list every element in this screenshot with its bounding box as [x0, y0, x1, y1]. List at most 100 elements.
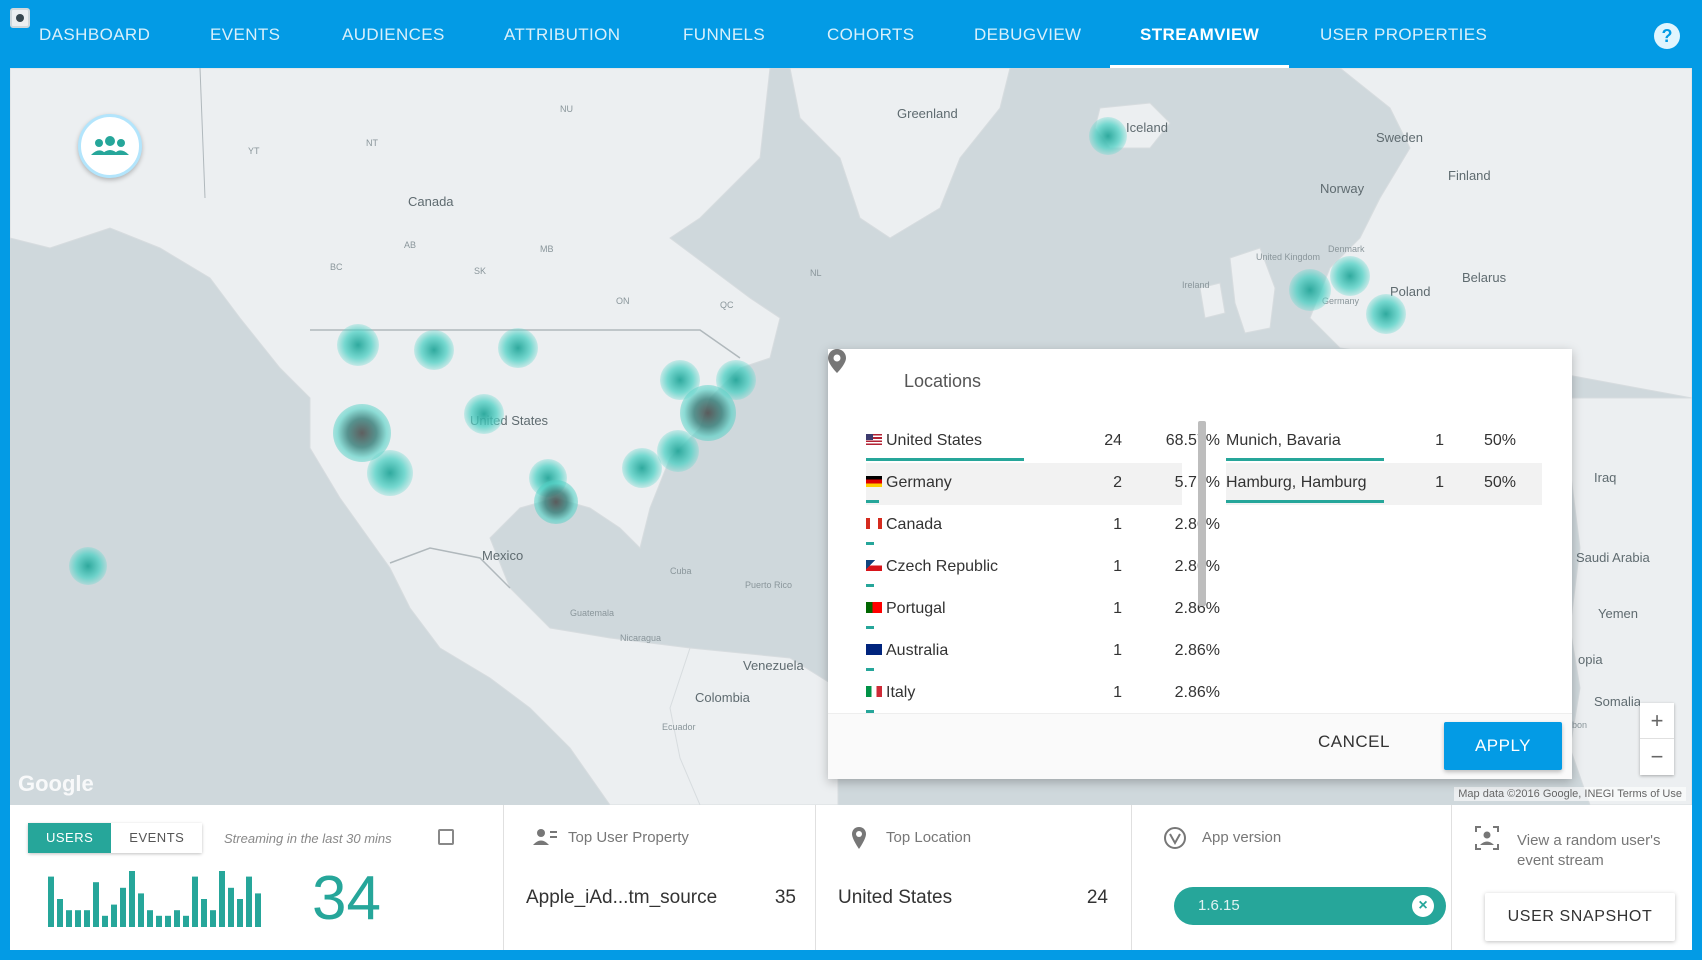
- location-pin-icon: [828, 349, 846, 373]
- person-list-icon: [533, 829, 557, 845]
- country-row-percent: 2.86%: [1174, 600, 1220, 617]
- flag-it-icon: [866, 686, 882, 697]
- city-row[interactable]: Munich, Bavaria 1 50%: [1226, 421, 1542, 463]
- google-logo: Google: [18, 771, 94, 796]
- flag-cz-icon: [866, 560, 882, 571]
- audience-filter-button[interactable]: [78, 114, 142, 178]
- heat-spot: [414, 330, 454, 370]
- streaming-note: Streaming in the last 30 mins: [224, 831, 392, 846]
- heat-spot: [1089, 117, 1127, 155]
- map-label-on: ON: [616, 296, 630, 306]
- tab-debugview[interactable]: DEBUGVIEW: [974, 0, 1082, 68]
- map-label-yemen: Yemen: [1598, 606, 1638, 621]
- spark-bar: [237, 899, 243, 927]
- country-row[interactable]: Italy 1 2.86%: [866, 673, 1220, 715]
- random-user-card: View a random user's event stream USER S…: [1452, 805, 1692, 950]
- city-row-count: 1: [1435, 474, 1444, 491]
- top-navigation-bar: DASHBOARD EVENTS AUDIENCES ATTRIBUTION F…: [0, 0, 1702, 68]
- panel-footer: CANCEL APPLY: [828, 713, 1572, 779]
- location-pin-icon: [852, 827, 866, 849]
- country-row-percent: 2.86%: [1174, 642, 1220, 659]
- map-label-mexico: Mexico: [482, 548, 524, 563]
- zoom-out-button[interactable]: −: [1640, 739, 1674, 775]
- country-row-name: Germany: [886, 474, 952, 491]
- country-row-percent: 2.86%: [1154, 516, 1220, 534]
- close-icon[interactable]: ×: [1412, 895, 1434, 917]
- country-row-name: Italy: [886, 684, 916, 701]
- country-row[interactable]: Portugal 1 2.86%: [866, 589, 1220, 631]
- spark-bar: [84, 910, 90, 927]
- city-row-percent: 50%: [1483, 474, 1516, 491]
- country-row[interactable]: United States 24 68.57%: [866, 421, 1220, 463]
- country-row[interactable]: Germany 2 5.71%: [866, 463, 1220, 505]
- user-snapshot-button[interactable]: USER SNAPSHOT: [1485, 893, 1675, 941]
- map-label-united-kingdom: United Kingdom: [1256, 252, 1321, 262]
- users-sparkline: [48, 871, 261, 927]
- map-label-bc: BC: [330, 262, 343, 272]
- top-location-card: Top Location United States 24: [816, 805, 1132, 950]
- tab-dashboard[interactable]: DASHBOARD: [39, 0, 150, 68]
- heat-spot: [622, 448, 662, 488]
- spark-bar: [93, 882, 99, 927]
- map-label-iraq: Iraq: [1594, 470, 1617, 485]
- map-label-nt: NT: [366, 138, 378, 148]
- country-row-count: 24: [1104, 432, 1122, 449]
- map-credit[interactable]: Map data ©2016 Google, INEGI Terms of Us…: [1454, 787, 1686, 801]
- zoom-in-button[interactable]: +: [1640, 703, 1674, 739]
- country-row-count: 1: [1113, 516, 1122, 533]
- map-label-venezuela: Venezuela: [743, 658, 804, 673]
- heat-spot: [1366, 294, 1406, 334]
- tab-audiences[interactable]: AUDIENCES: [342, 0, 445, 68]
- spark-bar: [48, 876, 54, 927]
- tab-events[interactable]: EVENTS: [210, 0, 280, 68]
- city-row-name: Munich, Bavaria: [1226, 432, 1341, 449]
- tab-cohorts[interactable]: COHORTS: [827, 0, 915, 68]
- spark-bar: [138, 893, 144, 927]
- country-row[interactable]: Czech Republic 1 2.86%: [866, 547, 1220, 589]
- map-label-ab: AB: [404, 240, 417, 250]
- help-icon[interactable]: ?: [1654, 23, 1680, 49]
- top-location-title: Top Location: [886, 829, 972, 846]
- map-label-nu: NU: [560, 104, 573, 114]
- map-label-sweden: Sweden: [1376, 130, 1423, 145]
- apply-button[interactable]: APPLY: [1444, 722, 1562, 770]
- map-label-norway: Norway: [1320, 181, 1365, 196]
- users-card: USERS EVENTS Streaming in the last 30 mi…: [10, 805, 504, 950]
- tab-funnels[interactable]: FUNNELS: [683, 0, 765, 68]
- heat-spot: [498, 328, 538, 368]
- city-row-count: 1: [1435, 432, 1444, 449]
- top-location-value: United States: [838, 887, 953, 908]
- city-row-share-bar: [1226, 500, 1384, 503]
- events-toggle-button[interactable]: EVENTS: [111, 823, 203, 853]
- scrollbar[interactable]: [1198, 421, 1206, 606]
- open-external-icon[interactable]: [438, 829, 454, 845]
- heat-spot: [716, 360, 756, 400]
- tab-user-properties[interactable]: USER PROPERTIES: [1320, 0, 1487, 68]
- app-icon[interactable]: [10, 8, 30, 28]
- world-map[interactable]: Greenland Iceland Canada United States M…: [10, 68, 1692, 805]
- country-row-name: Czech Republic: [886, 558, 999, 575]
- flag-de-icon: [866, 476, 882, 487]
- map-label-guatemala: Guatemala: [570, 608, 615, 618]
- map-label-denmark: Denmark: [1328, 244, 1365, 254]
- app-version-chip[interactable]: 1.6.15 ×: [1174, 887, 1446, 925]
- spark-bar: [147, 910, 153, 927]
- city-row[interactable]: Hamburg, Hamburg 1 50%: [1226, 463, 1542, 505]
- country-row[interactable]: Australia 1 2.86%: [866, 631, 1220, 673]
- city-row-percent: 50%: [1483, 432, 1516, 449]
- user-focus-icon: [1475, 826, 1499, 850]
- heat-spot: [69, 547, 107, 585]
- heat-spot: [660, 360, 700, 400]
- tab-streamview[interactable]: STREAMVIEW: [1109, 0, 1290, 68]
- tab-attribution[interactable]: ATTRIBUTION: [504, 0, 620, 68]
- map-label-yt: YT: [248, 146, 260, 156]
- cancel-button[interactable]: CANCEL: [1318, 732, 1390, 752]
- map-label-mb: MB: [540, 244, 554, 254]
- map-label-finland: Finland: [1448, 168, 1491, 183]
- users-toggle-button[interactable]: USERS: [28, 823, 112, 853]
- map-label-canada: Canada: [408, 194, 454, 209]
- country-row[interactable]: Canada 1 2.86%: [866, 505, 1220, 547]
- country-row-name: Australia: [886, 642, 949, 659]
- map-label-nl: NL: [810, 268, 822, 278]
- top-user-property-count: 35: [774, 887, 796, 908]
